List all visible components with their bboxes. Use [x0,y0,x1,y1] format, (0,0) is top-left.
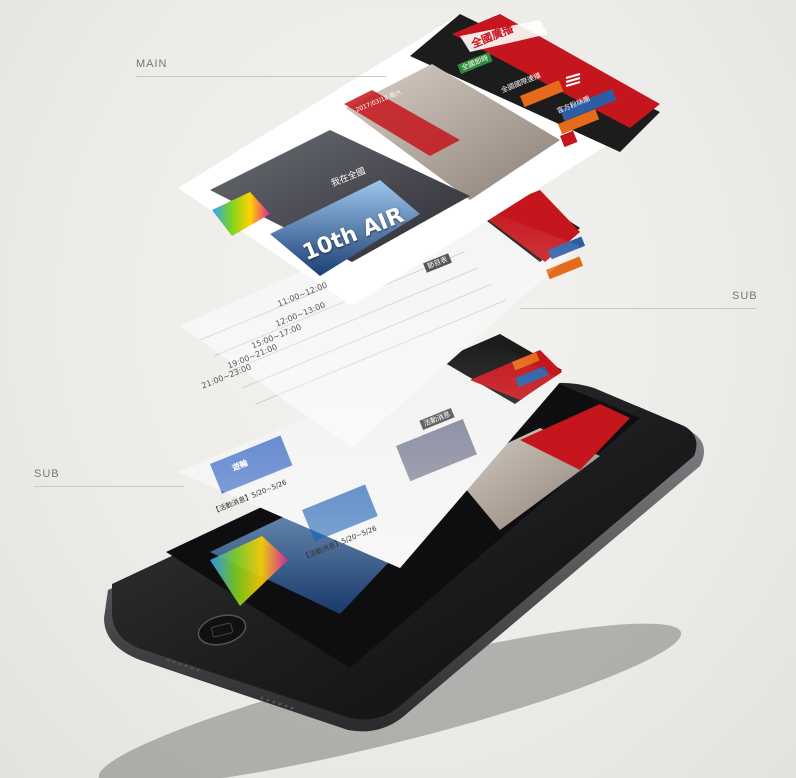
callout-sub-left-line [34,486,184,487]
callout-main: MAIN [136,58,168,70]
mockup-svg [98,14,704,778]
main-screen [178,14,660,306]
mockup-stage: 全國廣播 全國即時 全國國際連播 官方粉絲團 2017/03/18 周六 10t… [0,0,796,778]
callout-sub-left: SUB [34,468,60,480]
callout-main-line [136,76,386,77]
callout-sub-right-line [520,308,756,309]
callout-sub-right: SUB [732,290,758,302]
